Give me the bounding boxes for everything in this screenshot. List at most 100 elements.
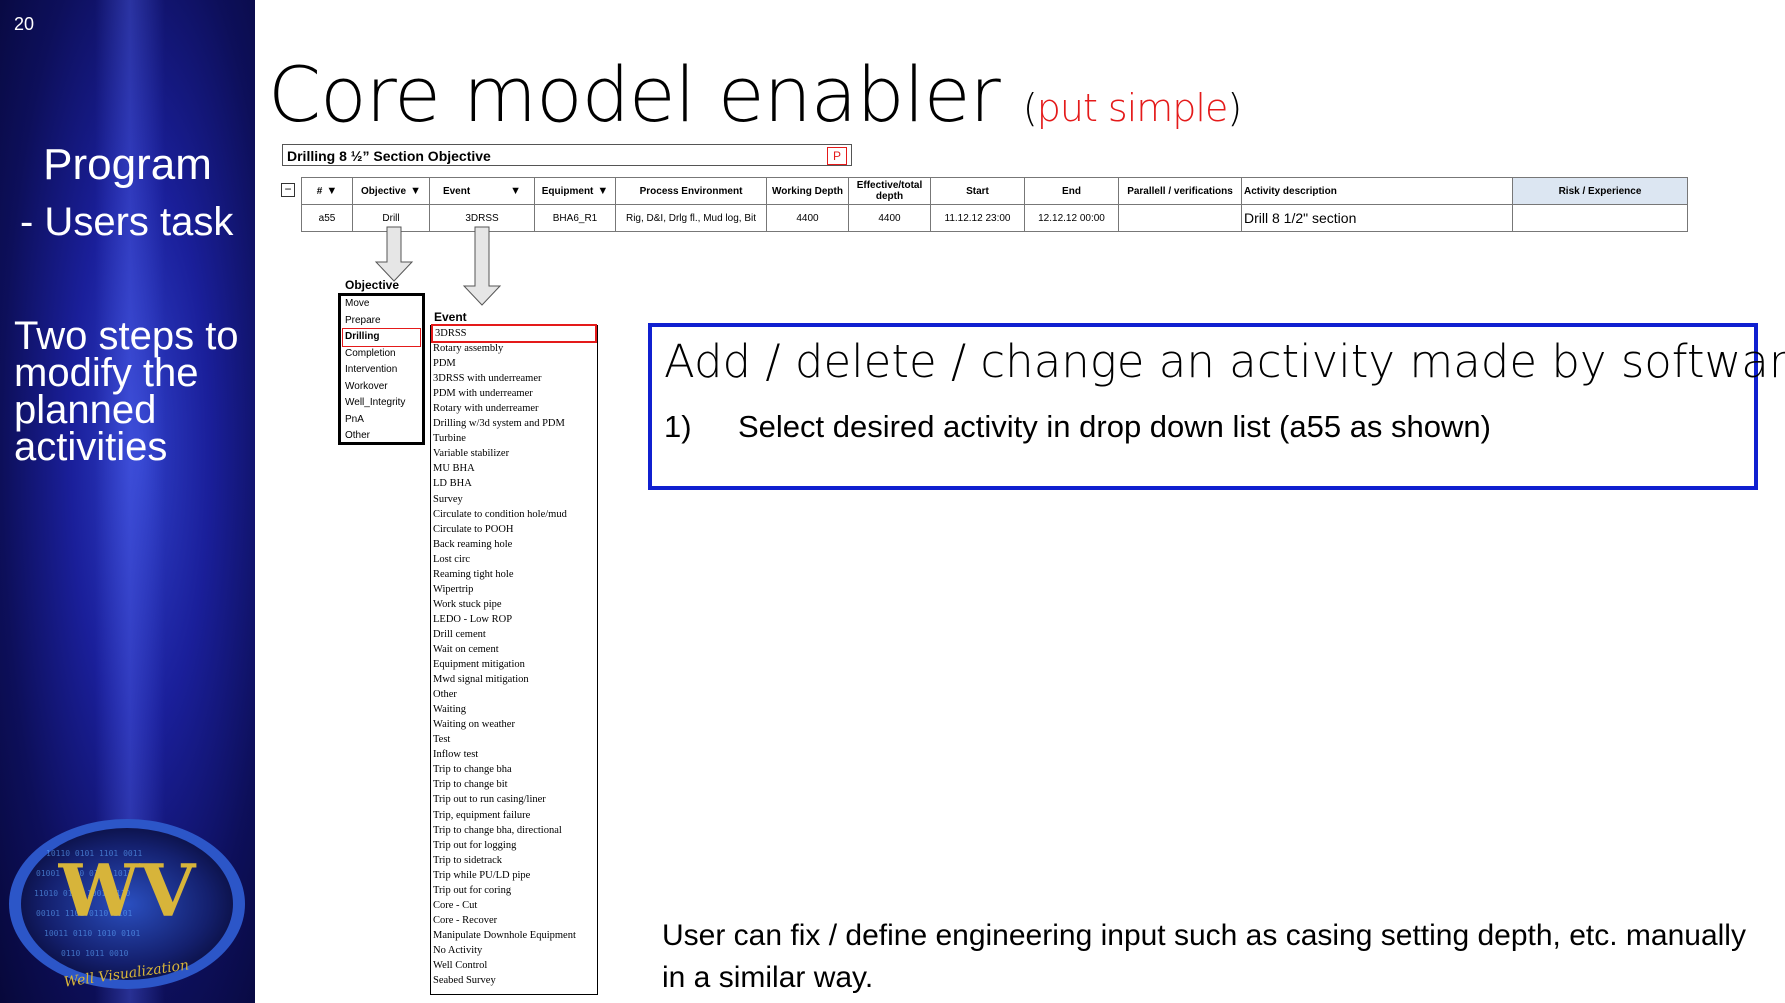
info-step: 1) Select desired activity in drop down l… (664, 409, 1491, 445)
event-option[interactable]: Drilling w/3d system and PDM (431, 416, 597, 431)
cell-working-depth[interactable]: 4400 (766, 204, 849, 232)
event-option[interactable]: Trip to change bha, directional (431, 823, 597, 838)
event-option[interactable]: Trip out to run casing/liner (431, 792, 597, 807)
event-option[interactable]: PDM with underreamer (431, 386, 597, 401)
event-option[interactable]: Rotary assembly (431, 341, 597, 356)
cell-equipment[interactable]: BHA6_R1 (534, 204, 616, 232)
filter-icon[interactable]: ▼ (510, 185, 521, 197)
objective-option[interactable]: Well_Integrity (341, 395, 422, 412)
activity-table: # ▼ Objective ▼ Event ▼ Equipment ▼ Process … (301, 177, 1688, 232)
event-option[interactable]: Variable stabilizer (431, 446, 597, 461)
table-row[interactable]: a55 Drill 3DRSS BHA6_R1 Rig, D&I, Drlg f… (301, 204, 1688, 232)
cell-end[interactable]: 12.12.12 00:00 (1024, 204, 1119, 232)
event-option[interactable]: 3DRSS with underreamer (431, 371, 597, 386)
objective-option[interactable]: Workover (341, 379, 422, 396)
event-option[interactable]: LD BHA (431, 476, 597, 491)
event-option[interactable]: Trip to sidetrack (431, 853, 597, 868)
event-option[interactable]: Rotary with underreamer (431, 401, 597, 416)
header-equipment[interactable]: Equipment ▼ (534, 177, 616, 205)
objective-option[interactable]: Completion (341, 346, 422, 363)
cell-process-environment[interactable]: Rig, D&I, Drlg fl., Mud log, Bit (615, 204, 767, 232)
cell-start[interactable]: 11.12.12 23:00 (930, 204, 1025, 232)
event-option[interactable]: Circulate to condition hole/mud (431, 507, 597, 522)
event-option[interactable]: Turbine (431, 431, 597, 446)
header-start: Start (930, 177, 1025, 205)
sidebar-title: Program (43, 140, 212, 189)
cell-activity-description[interactable]: Drill 8 1/2" section (1241, 204, 1513, 232)
title-paren-open: ( (1022, 86, 1038, 130)
arrow-down-icon (462, 226, 502, 306)
cell-effective-depth[interactable]: 4400 (848, 204, 931, 232)
event-option[interactable]: Well Control (431, 958, 597, 973)
section-badge[interactable]: P (827, 147, 847, 165)
event-option[interactable]: Core - Recover (431, 913, 597, 928)
event-option[interactable]: Trip to change bit (431, 777, 597, 792)
event-option[interactable]: Trip out for coring (431, 883, 597, 898)
filter-icon[interactable]: ▼ (410, 185, 421, 197)
header-process-environment: Process Environment (615, 177, 767, 205)
header-number[interactable]: # ▼ (301, 177, 353, 205)
event-option[interactable]: Drill cement (431, 627, 597, 642)
collapse-toggle[interactable]: − (281, 183, 295, 197)
event-option[interactable]: Reaming tight hole (431, 567, 597, 582)
event-option[interactable]: Equipment mitigation (431, 657, 597, 672)
objective-option[interactable]: PnA (341, 412, 422, 429)
event-option[interactable]: PDM (431, 356, 597, 371)
event-option[interactable]: Core - Cut (431, 898, 597, 913)
objective-dropdown-label: Objective (345, 278, 400, 292)
event-option[interactable]: Work stuck pipe (431, 597, 597, 612)
event-option[interactable]: Circulate to POOH (431, 522, 597, 537)
event-option[interactable]: Wipertrip (431, 582, 597, 597)
event-option[interactable]: Waiting (431, 702, 597, 717)
event-option[interactable]: Survey (431, 492, 597, 507)
header-parallel: Parallell / verifications (1118, 177, 1242, 205)
title-main: Core model enabler (268, 50, 1001, 139)
header-event[interactable]: Event ▼ (429, 177, 535, 205)
event-dropdown[interactable]: 3DRSS Rotary assembly PDM 3DRSS with underr… (430, 323, 598, 995)
event-option[interactable]: Inflow test (431, 747, 597, 762)
cell-parallel[interactable] (1118, 204, 1242, 232)
sidebar-subtitle: - Users task (20, 200, 234, 244)
sidebar: 20 Program - Users task Two steps to mod… (0, 0, 255, 1003)
objective-option[interactable]: Other (341, 428, 422, 445)
header-activity-description: Activity description (1241, 177, 1513, 205)
event-option[interactable]: Trip, equipment failure (431, 808, 597, 823)
header-objective[interactable]: Objective ▼ (352, 177, 430, 205)
event-option-selected[interactable]: 3DRSS (431, 323, 597, 344)
step-text: Select desired activity in drop down lis… (738, 409, 1491, 444)
event-option[interactable]: Manipulate Downhole Equipment (431, 928, 597, 943)
page-title: Core model enabler (put simple) (268, 50, 1242, 139)
section-objective-header: Drilling 8 ½” Section Objective P (282, 144, 852, 166)
event-option[interactable]: Lost circ (431, 552, 597, 567)
event-option[interactable]: Mwd signal mitigation (431, 672, 597, 687)
event-option[interactable]: No Activity (431, 943, 597, 958)
event-option[interactable]: Trip while PU/LD pipe (431, 868, 597, 883)
filter-icon[interactable]: ▼ (597, 185, 608, 197)
cell-risk[interactable] (1512, 204, 1688, 232)
footer-note: User can fix / define engineering input … (662, 919, 1746, 994)
event-option[interactable]: Wait on cement (431, 642, 597, 657)
objective-option[interactable]: Intervention (341, 362, 422, 379)
event-option[interactable]: MU BHA (431, 461, 597, 476)
event-option[interactable]: LEDO - Low ROP (431, 612, 597, 627)
event-option[interactable]: Trip out for logging (431, 838, 597, 853)
objective-dropdown[interactable]: Move Prepare Drilling Completion Interve… (338, 293, 425, 445)
event-option[interactable]: Trip to change bha (431, 762, 597, 777)
event-option[interactable]: Test (431, 732, 597, 747)
title-paren-red: put simple (1036, 86, 1229, 130)
cell-number[interactable]: a55 (301, 204, 353, 232)
well-visualization-logo: 10110 0101 1101 001101001 1010 0110 1011… (9, 819, 245, 991)
event-option[interactable]: Other (431, 687, 597, 702)
objective-option[interactable]: Prepare (341, 313, 422, 330)
section-label: Drilling 8 ½” Section Objective (287, 148, 491, 164)
objective-option-selected[interactable]: Drilling (342, 328, 421, 347)
event-option[interactable]: Seabed Survey (431, 973, 597, 988)
filter-icon[interactable]: ▼ (326, 185, 337, 197)
info-title: Add / delete / change an activity made b… (664, 335, 1785, 388)
arrow-down-icon (374, 226, 414, 282)
event-option[interactable]: Back reaming hole (431, 537, 597, 552)
slide-number: 20 (14, 14, 35, 34)
logo-letters: WV (58, 848, 197, 933)
objective-option[interactable]: Move (341, 296, 422, 313)
event-option[interactable]: Waiting on weather (431, 717, 597, 732)
